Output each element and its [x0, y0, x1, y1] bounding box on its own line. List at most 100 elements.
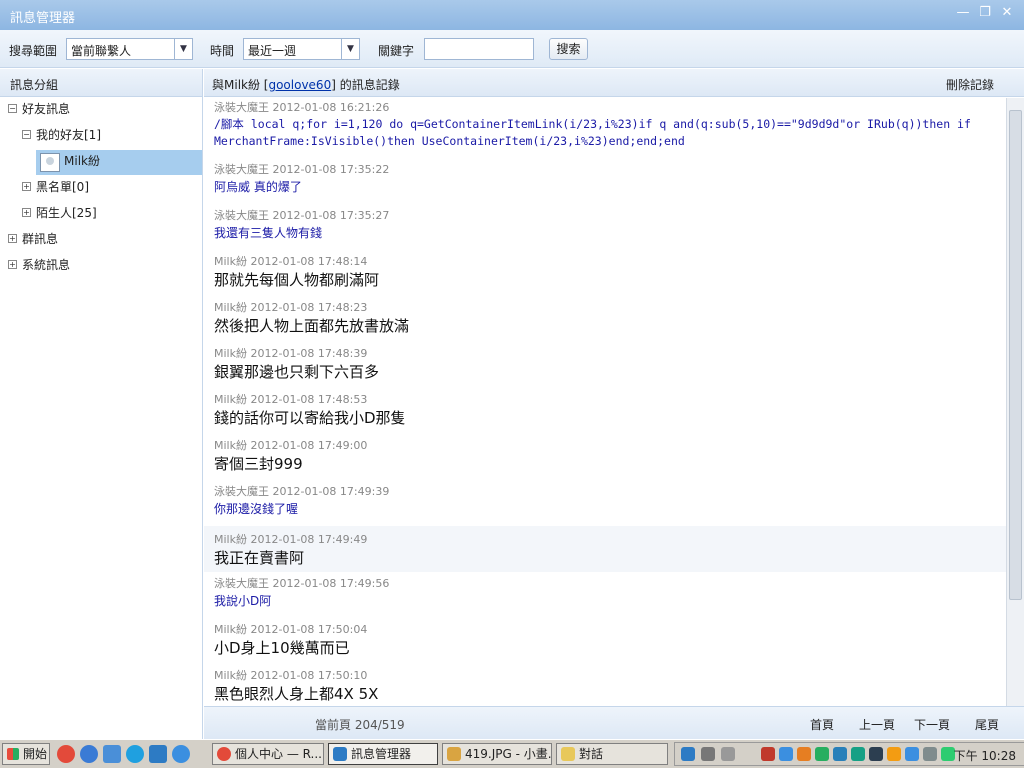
message-item: 泳裝大魔王 2012-01-08 17:35:27 我還有三隻人物有錢	[204, 209, 1006, 241]
task-chrome[interactable]: 個人中心 — R...	[212, 743, 324, 765]
message-text: 然後把人物上面都先放書放滿	[214, 317, 410, 335]
message-time: 2012-01-08 17:49:56	[272, 577, 390, 590]
first-page-button[interactable]: 首頁	[810, 716, 834, 733]
taskbar: 開始 個人中心 — R... 訊息管理器 419.JPG - 小畫... 對話	[0, 739, 1024, 768]
expand-icon[interactable]: +	[22, 208, 31, 217]
tree-strangers[interactable]: + 陌生人[25]	[22, 201, 97, 225]
chrome-icon[interactable]	[57, 745, 75, 763]
task-label: 對話	[579, 747, 604, 761]
minimize-icon[interactable]: —	[956, 6, 970, 20]
keyword-input[interactable]	[424, 38, 534, 60]
time-select[interactable]: 最近一週 ▼	[243, 38, 360, 60]
vertical-scrollbar[interactable]	[1006, 98, 1024, 706]
title-bar: 訊息管理器 — ❐ ✕	[0, 0, 1024, 30]
tray-icon[interactable]	[887, 747, 901, 761]
start-button[interactable]: 開始	[2, 743, 50, 765]
tree-my-friends[interactable]: − 我的好友[1]	[22, 123, 101, 147]
app-icon[interactable]	[103, 745, 121, 763]
chevron-down-icon[interactable]: ▼	[174, 39, 192, 59]
scrollbar-thumb[interactable]	[1009, 110, 1022, 600]
scope-select[interactable]: 當前聯繫人 ▼	[66, 38, 193, 60]
message-item: 泳裝大魔王 2012-01-08 17:35:22 阿烏威 真的爆了	[204, 163, 1006, 195]
windows-logo-icon	[7, 748, 19, 760]
tray-icon[interactable]	[797, 747, 811, 761]
collapse-icon[interactable]: −	[22, 130, 31, 139]
qq-icon[interactable]	[149, 745, 167, 763]
message-item: Milk紛 2012-01-08 17:48:14 那就先每個人物都刷滿阿	[204, 255, 1006, 290]
tree-contact-milk[interactable]: Milk紛	[64, 149, 100, 173]
message-sender: 泳裝大魔王	[214, 577, 269, 590]
tree-blacklist[interactable]: + 黑名單[0]	[22, 175, 89, 199]
collapse-icon[interactable]: −	[8, 104, 17, 113]
tray-icon[interactable]	[833, 747, 847, 761]
tree-friend-messages[interactable]: − 好友訊息	[8, 97, 70, 121]
message-text: 我說小D阿	[214, 594, 272, 608]
message-sender: 泳裝大魔王	[214, 209, 269, 222]
tray-icon[interactable]	[779, 747, 793, 761]
media-player-icon[interactable]	[80, 745, 98, 763]
delete-records-button[interactable]: 刪除記錄	[946, 76, 994, 93]
selected-contact-highlight	[36, 150, 202, 175]
tray-icon[interactable]	[701, 747, 715, 761]
message-time: 2012-01-08 17:35:22	[272, 163, 390, 176]
task-label: 個人中心 — R...	[235, 747, 322, 761]
message-item: Milk紛 2012-01-08 17:50:04 小D身上10幾萬而已	[204, 623, 1006, 658]
message-item: Milk紛 2012-01-08 17:50:10 黑色眼烈人身上都4X 5X	[204, 669, 1006, 704]
next-page-button[interactable]: 下一頁	[914, 716, 950, 733]
tree-system-messages[interactable]: + 系統訊息	[8, 253, 70, 277]
expand-icon[interactable]: +	[8, 234, 17, 243]
window-title: 訊息管理器	[10, 11, 76, 26]
time-value: 最近一週	[248, 44, 297, 58]
tree-label: 我的好友[1]	[36, 128, 101, 142]
keyword-label: 關鍵字	[378, 44, 415, 58]
message-item: Milk紛 2012-01-08 17:48:39 銀翼那邊也只剩下六百多	[204, 347, 1006, 382]
message-text: 銀翼那邊也只剩下六百多	[214, 363, 380, 381]
start-label: 開始	[23, 747, 48, 761]
ie-icon[interactable]	[172, 745, 190, 763]
last-page-button[interactable]: 尾頁	[975, 716, 999, 733]
message-sender: Milk紛	[214, 347, 247, 360]
tray-icon[interactable]	[923, 747, 937, 761]
message-item: 泳裝大魔王 2012-01-08 16:21:26 /腳本 local q;fo…	[204, 101, 1006, 150]
message-text: 我正在賣書阿	[214, 549, 305, 567]
message-text: 我還有三隻人物有錢	[214, 226, 323, 240]
message-item: 泳裝大魔王 2012-01-08 17:49:39 你那邊沒錢了喔	[204, 485, 1006, 517]
tray-icon[interactable]	[681, 747, 695, 761]
qq-icon	[333, 747, 347, 761]
message-sender: Milk紛	[214, 301, 247, 314]
chevron-down-icon[interactable]: ▼	[341, 39, 359, 59]
tray-icon[interactable]	[869, 747, 883, 761]
message-sender: Milk紛	[214, 439, 247, 452]
tree-group-messages[interactable]: + 群訊息	[8, 227, 58, 251]
restore-icon[interactable]: ❐	[978, 6, 992, 20]
message-item: Milk紛 2012-01-08 17:48:23 然後把人物上面都先放書放滿	[204, 301, 1006, 336]
tray-icon[interactable]	[815, 747, 829, 761]
message-text: /腳本 local q;for i=1,120 do q=GetContaine…	[214, 117, 971, 131]
tray-icon[interactable]	[851, 747, 865, 761]
clock: 下午 10:28	[953, 749, 1016, 763]
close-icon[interactable]: ✕	[1000, 6, 1014, 20]
message-sender: 泳裝大魔王	[214, 101, 269, 114]
tray-icon[interactable]	[905, 747, 919, 761]
contact-id-link[interactable]: goolove60	[268, 78, 331, 92]
expand-icon[interactable]: +	[8, 260, 17, 269]
message-time: 2012-01-08 17:49:49	[250, 533, 368, 546]
message-list[interactable]: 泳裝大魔王 2012-01-08 16:21:26 /腳本 local q;fo…	[204, 98, 1006, 706]
group-panel: 訊息分組 − 好友訊息 − 我的好友[1] Milk紛 + 黑名單[0] + 陌生人[2…	[0, 69, 203, 739]
task-folder[interactable]: 對話	[556, 743, 668, 765]
task-message-manager[interactable]: 訊息管理器	[328, 743, 438, 765]
system-tray: 下午 10:28	[674, 742, 1024, 766]
tray-icon[interactable]	[721, 747, 735, 761]
expand-icon[interactable]: +	[22, 182, 31, 191]
group-panel-header: 訊息分組	[0, 69, 202, 97]
message-sender: 泳裝大魔王	[214, 485, 269, 498]
message-time: 2012-01-08 17:48:23	[250, 301, 368, 314]
task-paint[interactable]: 419.JPG - 小畫...	[442, 743, 552, 765]
search-button[interactable]: 搜索	[549, 38, 588, 60]
tray-icon[interactable]	[761, 747, 775, 761]
tree-label: 系統訊息	[22, 258, 71, 272]
prev-page-button[interactable]: 上一頁	[859, 716, 895, 733]
message-time: 2012-01-08 16:21:26	[272, 101, 390, 114]
pager: 當前頁 204/519 首頁 上一頁 下一頁 尾頁	[204, 706, 1024, 739]
skype-icon[interactable]	[126, 745, 144, 763]
